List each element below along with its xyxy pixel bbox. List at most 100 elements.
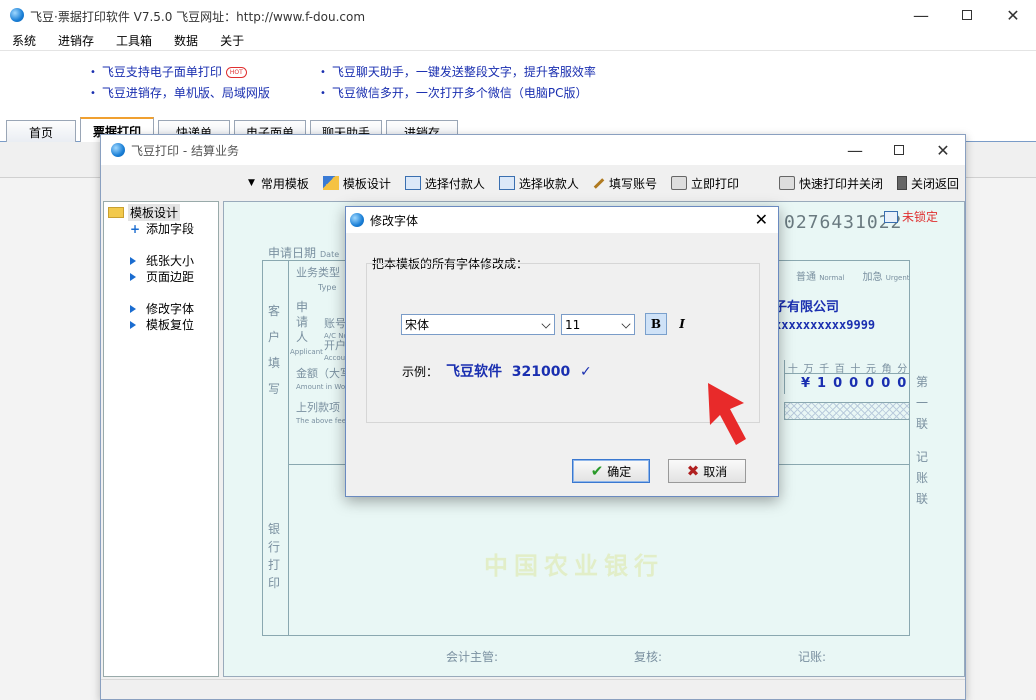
minimize-button[interactable]: — xyxy=(833,135,877,165)
italic-toggle[interactable]: I xyxy=(671,313,693,335)
news-link[interactable]: 飞豆支持电子面单打印 xyxy=(102,62,222,83)
close-return-button[interactable]: 关闭返回 xyxy=(896,175,959,192)
dialog-title: 修改字体 xyxy=(370,213,419,228)
divider xyxy=(288,260,289,636)
printer-icon xyxy=(778,176,795,190)
arrow-right-icon xyxy=(130,272,136,281)
minimize-icon: — xyxy=(847,140,863,160)
menu-data[interactable]: 数据 xyxy=(174,32,198,49)
template-design-button[interactable]: 模板设计 xyxy=(322,175,391,192)
print-now-button[interactable]: 立即打印 xyxy=(670,175,739,192)
hot-badge: HOT xyxy=(225,67,247,78)
menu-toolbox[interactable]: 工具箱 xyxy=(116,32,152,49)
contact-card-icon xyxy=(404,176,421,190)
news-item[interactable]: • 飞豆微信多开，一次打开多个微信（电脑PC版） xyxy=(320,83,596,104)
customer-label: 客户填写 xyxy=(268,304,281,396)
toolbar-label: 选择付款人 xyxy=(424,176,485,191)
ok-button[interactable]: ✔ 确定 xyxy=(572,459,650,483)
minimize-icon: — xyxy=(913,5,929,25)
chevron-down-icon xyxy=(541,319,551,329)
tab-home[interactable]: 首页 xyxy=(6,120,76,144)
font-name-select[interactable]: 宋体 xyxy=(401,314,555,335)
dropdown-arrow-icon: ▼ xyxy=(247,178,255,188)
dialog-close-icon[interactable]: ✕ xyxy=(755,210,768,229)
x-icon: ✖ xyxy=(686,462,700,480)
red-pointer-arrow-icon xyxy=(708,383,746,445)
tree-item-label: 纸张大小 xyxy=(146,254,195,268)
fill-account-button[interactable]: 填写账号 xyxy=(593,175,657,192)
applicant-label: 申请人 xyxy=(296,300,309,344)
app-title: 飞豆·票据打印软件 V7.5.0 飞豆网址：http://www.f-dou.c… xyxy=(30,10,366,24)
news-link[interactable]: 飞豆聊天助手，一键发送整段文字，提升客服效率 xyxy=(332,62,596,83)
close-button[interactable]: ✕ xyxy=(990,0,1036,30)
menu-bar: 系统 进销存 工具箱 数据 关于 xyxy=(0,30,1036,50)
ticket-footer: 会计主管: 复核: 记账: xyxy=(446,650,826,664)
news-right: • 飞豆聊天助手，一键发送整段文字，提升客服效率 • 飞豆微信多开，一次打开多个微信… xyxy=(320,62,596,104)
plus-icon: + xyxy=(130,221,141,236)
close-button[interactable]: ✕ xyxy=(921,135,965,165)
arrow-right-icon xyxy=(130,256,136,265)
lock-status-label: 未锁定 xyxy=(902,210,939,224)
news-item[interactable]: • 飞豆进销存，单机版、局域网版 xyxy=(90,83,270,104)
toolbar-label: 常用模板 xyxy=(260,176,309,191)
tree-item-margins[interactable]: 页面边距 xyxy=(130,268,194,285)
bold-toggle[interactable]: B xyxy=(645,313,667,335)
design-icon xyxy=(322,176,339,190)
company-name: 子有限公司 xyxy=(774,300,840,315)
business-type-label: 业务类型 Type xyxy=(296,266,340,292)
printer-icon xyxy=(670,176,687,190)
urgency-options[interactable]: 普通 Normal 加急 Urgent xyxy=(796,268,910,283)
divider xyxy=(0,50,1036,51)
contact-card-icon xyxy=(498,176,515,190)
news-item[interactable]: • 飞豆支持电子面单打印 HOT xyxy=(90,62,270,83)
common-template-button[interactable]: ▼ 常用模板 xyxy=(248,175,309,192)
applicant-en: Applicant xyxy=(290,348,323,356)
tree-root-label: 模板设计 xyxy=(128,204,181,221)
tree-root[interactable]: 模板设计 xyxy=(108,204,181,221)
select-payer-button[interactable]: 选择付款人 xyxy=(404,175,485,192)
tree-item-add-field[interactable]: + 添加字段 xyxy=(130,220,195,237)
tree-item-paper-size[interactable]: 纸张大小 xyxy=(130,252,195,269)
menu-about[interactable]: 关于 xyxy=(220,32,244,49)
news-link[interactable]: 飞豆进销存，单机版、局域网版 xyxy=(102,83,270,104)
app-logo-icon xyxy=(111,143,125,157)
print-toolbar: ▼ 常用模板 模板设计 选择付款人 选择收款人 填写账号 立即打印 快速打印并关闭… xyxy=(101,165,965,201)
account-number: xxxxxxxxxx9999 xyxy=(774,318,876,332)
news-link[interactable]: 飞豆微信多开，一次打开多个微信（电脑PC版） xyxy=(332,83,588,104)
amount-digits: ¥100000 xyxy=(801,376,914,391)
menu-system[interactable]: 系统 xyxy=(12,32,36,49)
arrow-right-icon xyxy=(130,320,136,329)
maximize-button[interactable] xyxy=(877,135,921,165)
lock-status[interactable]: 未锁定 xyxy=(884,208,938,225)
tree-item-label: 模板复位 xyxy=(146,318,195,332)
print-window-title: 飞豆打印 - 结算业务 xyxy=(131,143,239,158)
sample-label: 示例： xyxy=(402,365,439,379)
dialog-title-bar: 修改字体 ✕ xyxy=(346,207,778,233)
minimize-button[interactable]: — xyxy=(898,0,944,30)
tree-item-reset-template[interactable]: 模板复位 xyxy=(130,316,195,333)
print-window-title-bar: 飞豆打印 - 结算业务 — ✕ xyxy=(101,135,965,165)
select-payee-button[interactable]: 选择收款人 xyxy=(498,175,579,192)
news-item[interactable]: • 飞豆聊天助手，一键发送整段文字，提升客服效率 xyxy=(320,62,596,83)
tree-item-label: 添加字段 xyxy=(146,222,195,236)
pencil-icon xyxy=(593,177,605,189)
normal-option[interactable]: 普通 Normal xyxy=(796,268,845,283)
quick-print-close-button[interactable]: 快速打印并关闭 xyxy=(778,175,883,192)
font-size-select[interactable]: 11 xyxy=(561,314,635,335)
cancel-button[interactable]: ✖ 取消 xyxy=(668,459,746,483)
urgent-option[interactable]: 加急 Urgent xyxy=(863,268,910,283)
chevron-down-icon xyxy=(621,319,631,329)
tree-item-label: 修改字体 xyxy=(146,302,195,316)
watermark: 中国农业银行 xyxy=(484,552,664,580)
maximize-button[interactable] xyxy=(944,0,990,30)
font-dialog: 修改字体 ✕ 把本模板的所有字体修改成： 宋体 11 B I 示例： 飞豆软件 … xyxy=(345,206,779,497)
toolbar-label: 选择收款人 xyxy=(518,176,579,191)
arrow-right-icon xyxy=(130,304,136,313)
design-tree: 模板设计 + 添加字段 纸张大小 页面边距 修改字体 模板复位 xyxy=(103,201,219,677)
toolbar-label: 关闭返回 xyxy=(910,176,959,191)
menu-inventory[interactable]: 进销存 xyxy=(58,32,94,49)
toolbar-label: 填写账号 xyxy=(608,176,657,191)
bank-use-label: 银行打印 xyxy=(268,522,281,590)
tree-item-change-font[interactable]: 修改字体 xyxy=(130,300,195,317)
sample-text: 飞豆软件 321000 ✓ xyxy=(446,364,592,380)
